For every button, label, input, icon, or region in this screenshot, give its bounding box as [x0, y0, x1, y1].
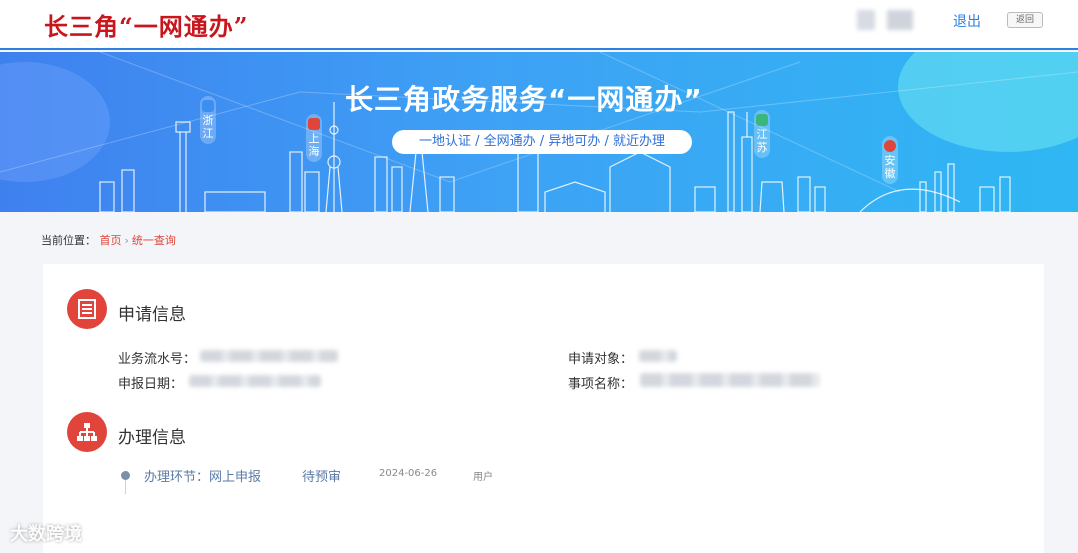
back-button[interactable]: 返回 — [1007, 12, 1043, 28]
process-info-title: 办理信息 — [118, 428, 186, 448]
province-tag-shanghai: 上海 — [306, 114, 322, 162]
applicant-value-blurred — [639, 350, 677, 362]
process-status: 待预审 — [302, 470, 342, 485]
process-date: 2024-06-26 — [379, 468, 438, 479]
shanghai-emblem-icon — [308, 118, 320, 130]
top-header: 长三角“一网通办” 退出 返回 — [0, 0, 1078, 50]
hero-banner: 长三角政务服务“一网通办” 一地认证 / 全网通办 / 异地可办 / 就近办理 … — [0, 52, 1078, 212]
breadcrumb-current[interactable]: 统一查询 — [132, 234, 176, 247]
breadcrumb: 当前位置： 首页 › 统一查询 — [41, 232, 176, 248]
breadcrumb-home-link[interactable]: 首页 — [100, 234, 122, 247]
anhui-emblem-icon — [884, 140, 896, 152]
logout-link[interactable]: 退出 — [953, 11, 981, 31]
site-logo[interactable]: 长三角“一网通办” — [44, 7, 249, 42]
serial-number-value-blurred — [200, 350, 338, 362]
breadcrumb-separator: › — [124, 234, 129, 247]
banner-slogan: 一地认证 / 全网通办 / 异地可办 / 就近办理 — [392, 130, 692, 154]
zhejiang-emblem-icon — [202, 100, 214, 112]
timeline-dot — [121, 471, 130, 480]
declare-date-label: 申报日期： — [118, 377, 184, 392]
province-tag-jiangsu: 江苏 — [754, 110, 770, 158]
watermark-logo: 大数跨境 — [10, 524, 82, 545]
province-tag-zhejiang: 浙江 — [200, 96, 216, 144]
serial-number-label: 业务流水号： — [118, 352, 197, 367]
applicant-label: 申请对象： — [568, 352, 634, 367]
application-info-title: 申请信息 — [118, 305, 186, 325]
breadcrumb-prefix: 当前位置： — [41, 234, 96, 247]
process-step: 办理环节：网上申报 — [144, 470, 262, 485]
timeline-connector — [125, 480, 126, 494]
item-name-label: 事项名称： — [568, 377, 634, 392]
jiangsu-emblem-icon — [756, 114, 768, 126]
declare-date-value-blurred — [189, 375, 321, 387]
detail-card: 申请信息 业务流水号： 申报日期： 申请对象： 事项名称： 办理信息 办理环节：… — [43, 264, 1044, 553]
user-name-blurred — [857, 10, 913, 30]
process-operator: 用户 — [473, 472, 493, 483]
item-name-value-blurred — [640, 373, 820, 387]
document-list-icon — [67, 289, 107, 329]
org-chart-icon — [67, 412, 107, 452]
banner-title: 长三角政务服务“一网通办” — [345, 83, 703, 116]
province-tag-anhui: 安徽 — [882, 136, 898, 184]
